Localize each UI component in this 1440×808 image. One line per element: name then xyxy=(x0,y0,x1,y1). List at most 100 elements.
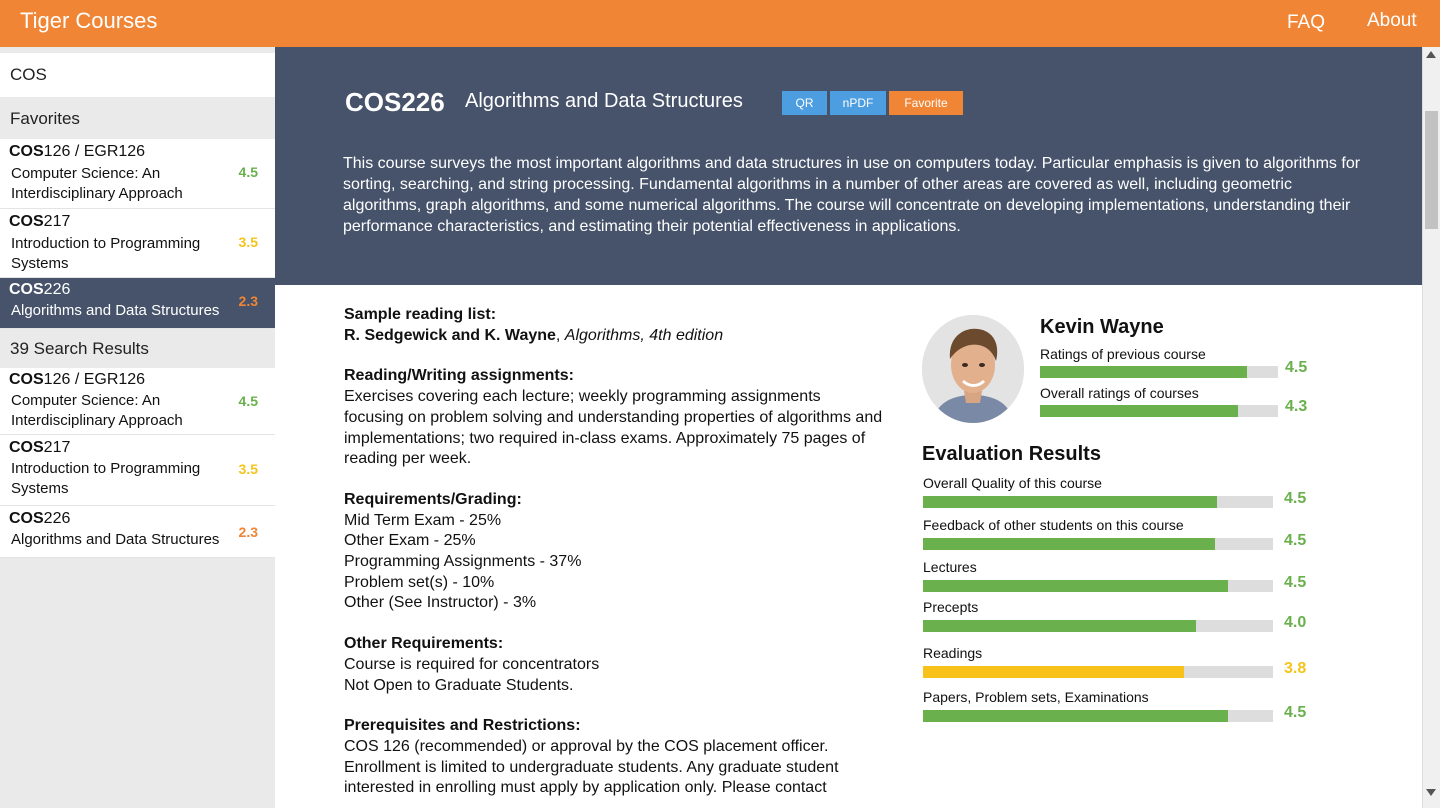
eval-value: 4.0 xyxy=(1284,614,1307,631)
sidebar: Favorites COS126 / EGR126 Computer Scien… xyxy=(0,47,275,808)
favorite-course-cos226[interactable]: COS226 Algorithms and Data Structures 2.… xyxy=(0,278,275,329)
eval-overall-quality: Overall Quality of this course 4.5 xyxy=(923,475,1313,508)
other-requirements-section: Other Requirements: Course is required f… xyxy=(344,634,884,696)
grading-item: Other Exam - 25% xyxy=(344,532,476,550)
eval-bar-fill xyxy=(923,710,1228,722)
avatar-image xyxy=(922,315,1024,423)
course-code: COS226 xyxy=(9,281,71,298)
instructor-avatar xyxy=(922,315,1024,423)
favorite-course-cos217[interactable]: COS217 Introduction to Programming Syste… xyxy=(0,209,275,278)
eval-bar xyxy=(923,710,1273,722)
course-code: COS126 / EGR126 xyxy=(9,371,146,388)
qr-button[interactable]: QR xyxy=(782,91,827,115)
top-bar: Tiger Courses FAQ About xyxy=(0,0,1440,47)
scroll-down-icon[interactable] xyxy=(1426,789,1436,796)
course-header: COS226 Algorithms and Data Structures QR… xyxy=(275,47,1422,285)
course-title: Algorithms and Data Structures xyxy=(11,531,220,548)
rating-bar xyxy=(1040,366,1278,378)
course-title-heading: Algorithms and Data Structures xyxy=(465,90,743,112)
grading-heading: Requirements/Grading: xyxy=(344,490,522,508)
eval-value: 4.5 xyxy=(1284,490,1307,507)
rating-label: Overall ratings of courses xyxy=(1040,385,1199,401)
course-code: COS126 / EGR126 xyxy=(9,143,146,160)
reading-list-heading: Sample reading list: xyxy=(344,306,497,323)
course-title: Introduction to Programming Systems xyxy=(11,460,201,497)
rating-value: 4.5 xyxy=(1285,359,1308,376)
favorites-header: Favorites xyxy=(0,99,275,139)
prerequisites-heading: Prerequisites and Restrictions: xyxy=(344,717,581,735)
app-title[interactable]: Tiger Courses xyxy=(20,8,157,34)
eval-value: 4.5 xyxy=(1284,704,1307,721)
eval-precepts: Precepts 4.0 xyxy=(923,599,1313,632)
eval-value: 3.8 xyxy=(1284,660,1307,677)
course-code: COS217 xyxy=(9,213,71,230)
course-code: COS217 xyxy=(9,439,71,456)
result-course-cos217[interactable]: COS217 Introduction to Programming Syste… xyxy=(0,435,275,506)
grading-item: Programming Assignments - 37% xyxy=(344,553,582,571)
course-rating: 2.3 xyxy=(238,293,258,309)
nav-faq-link[interactable]: FAQ xyxy=(1287,12,1325,34)
grading-item: Other (See Instructor) - 3% xyxy=(344,594,537,612)
rating-value: 4.3 xyxy=(1285,398,1308,415)
eval-papers: Papers, Problem sets, Examinations 4.5 xyxy=(923,689,1313,722)
course-title: Computer Science: An Interdisciplinary A… xyxy=(11,392,183,429)
reading-list-section: Sample reading list: R. Sedgewick and K.… xyxy=(344,305,884,346)
course-rating: 4.5 xyxy=(238,164,258,180)
eval-lectures: Lectures 4.5 xyxy=(923,559,1313,592)
eval-bar xyxy=(923,666,1273,678)
course-info: Sample reading list: R. Sedgewick and K.… xyxy=(344,305,884,808)
rating-bar-fill xyxy=(1040,405,1238,417)
course-details: Sample reading list: R. Sedgewick and K.… xyxy=(275,285,1422,808)
eval-label: Lectures xyxy=(923,559,977,575)
eval-value: 4.5 xyxy=(1284,532,1307,549)
assignments-text: Exercises covering each lecture; weekly … xyxy=(344,388,883,468)
course-title: Computer Science: An Interdisciplinary A… xyxy=(11,165,183,202)
nav-about-link[interactable]: About xyxy=(1367,10,1417,32)
course-code: COS226 xyxy=(9,510,71,527)
favorite-course-cos126[interactable]: COS126 / EGR126 Computer Science: An Int… xyxy=(0,139,275,209)
page-scrollbar[interactable] xyxy=(1422,47,1440,808)
scroll-up-icon[interactable] xyxy=(1426,51,1436,58)
reading-list-item: R. Sedgewick and K. Wayne, Algorithms, 4… xyxy=(344,326,724,344)
eval-label: Papers, Problem sets, Examinations xyxy=(923,689,1149,705)
eval-label: Overall Quality of this course xyxy=(923,475,1102,491)
evaluation-title: Evaluation Results xyxy=(922,443,1101,465)
rating-label: Ratings of previous course xyxy=(1040,346,1206,362)
npdf-button[interactable]: nPDF xyxy=(830,91,886,115)
instructor-rating-previous: Ratings of previous course 4.5 xyxy=(1040,346,1320,378)
course-rating: 3.5 xyxy=(238,461,258,477)
result-course-cos126[interactable]: COS126 / EGR126 Computer Science: An Int… xyxy=(0,368,275,435)
course-rating: 4.5 xyxy=(238,393,258,409)
rating-bar-fill xyxy=(1040,366,1248,378)
eval-value: 4.5 xyxy=(1284,574,1307,591)
rating-bar xyxy=(1040,405,1278,417)
search-results-header: 39 Search Results xyxy=(0,329,275,369)
course-code-heading: COS226 xyxy=(345,87,445,117)
eval-bar-fill xyxy=(923,580,1228,592)
grading-item: Mid Term Exam - 25% xyxy=(344,511,502,529)
eval-bar-fill xyxy=(923,620,1196,632)
grading-item: Problem set(s) - 10% xyxy=(344,573,495,591)
eval-label: Precepts xyxy=(923,599,979,615)
evaluation-results: Evaluation Results Overall Quality of th… xyxy=(922,443,1322,722)
result-course-cos226[interactable]: COS226 Algorithms and Data Structures 2.… xyxy=(0,506,275,558)
other-requirement: Not Open to Graduate Students. xyxy=(344,676,574,694)
assignments-heading: Reading/Writing assignments: xyxy=(344,367,574,385)
other-requirement: Course is required for concentrators xyxy=(344,655,600,673)
favorite-button[interactable]: Favorite xyxy=(889,91,963,115)
prerequisites-text: COS 126 (recommended) or approval by the… xyxy=(344,737,839,797)
course-rating: 3.5 xyxy=(238,234,258,250)
prerequisites-section: Prerequisites and Restrictions: COS 126 … xyxy=(344,716,884,799)
eval-bar-fill xyxy=(923,666,1184,678)
eval-bar xyxy=(923,580,1273,592)
eval-label: Readings xyxy=(923,645,983,661)
course-title: Introduction to Programming Systems xyxy=(11,235,201,272)
grading-section: Requirements/Grading: Mid Term Exam - 25… xyxy=(344,490,884,614)
eval-bar xyxy=(923,620,1273,632)
search-input[interactable] xyxy=(0,53,275,97)
scroll-thumb[interactable] xyxy=(1425,111,1438,229)
assignments-section: Reading/Writing assignments: Exercises c… xyxy=(344,366,884,470)
eval-bar-fill xyxy=(923,538,1216,550)
eval-bar xyxy=(923,496,1273,508)
instructor-name: Kevin Wayne xyxy=(1040,316,1164,338)
